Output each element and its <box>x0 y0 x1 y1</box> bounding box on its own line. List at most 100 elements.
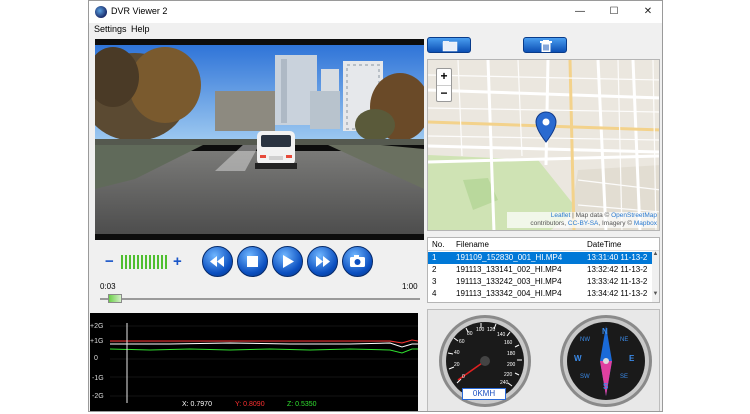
speed-tick-60: 60 <box>459 339 465 345</box>
compass-label-e: E <box>629 354 635 363</box>
volume-down-button[interactable]: − <box>105 253 114 270</box>
playback-controls: − + 0:03 1:00 <box>95 243 424 309</box>
delete-button[interactable] <box>523 37 567 53</box>
axis-label-zero: 0 <box>94 355 98 362</box>
speed-tick-220: 220 <box>504 372 513 378</box>
volume-up-button[interactable]: + <box>173 253 182 270</box>
menu-bar: Settings Help <box>89 23 662 37</box>
row-datetime: 13:34:42 11-13-2 <box>587 289 648 298</box>
speed-tick-80: 80 <box>467 331 473 337</box>
file-list-header: No. Filename DateTime <box>428 238 659 251</box>
menu-help[interactable]: Help <box>131 24 150 34</box>
compass-label-ne: NE <box>620 337 629 343</box>
row-datetime: 13:33:42 11-13-2 <box>587 277 648 286</box>
row-no: 4 <box>432 289 437 298</box>
video-player[interactable] <box>95 39 424 240</box>
video-frame-image <box>95 39 424 240</box>
col-header-filename[interactable]: Filename <box>456 240 489 249</box>
gauges-panel: 0 20 40 60 80 100 120 140 160 180 200 22… <box>427 309 660 411</box>
axis-label-minus2g: -2G <box>92 393 104 400</box>
ccbysa-link[interactable]: CC-BY-SA <box>568 220 598 227</box>
window-title: DVR Viewer 2 <box>111 6 168 16</box>
zoom-out-button[interactable]: − <box>437 85 451 101</box>
gsensor-x-readout: X: 0.7970 <box>182 401 212 408</box>
speed-readout: 0KMH <box>462 388 506 400</box>
gps-map[interactable]: + − Leaflet | Map data © OpenStreetMap co… <box>427 59 660 231</box>
close-button[interactable]: ✕ <box>635 4 661 20</box>
speed-tick-40: 40 <box>454 350 460 356</box>
osm-link[interactable]: OpenStreetMap <box>611 212 657 219</box>
play-button[interactable] <box>272 246 303 277</box>
snapshot-button[interactable] <box>342 246 373 277</box>
minimize-button[interactable]: — <box>567 4 593 20</box>
gsensor-z-readout: Z: 0.5350 <box>287 401 317 408</box>
folder-icon <box>442 41 458 52</box>
file-list: No. Filename DateTime 1 191109_152830_00… <box>427 237 660 303</box>
speed-tick-0: 0 <box>462 374 465 380</box>
speed-tick-120: 120 <box>487 327 496 333</box>
title-bar: DVR Viewer 2 — ☐ ✕ <box>89 1 662 23</box>
row-no: 3 <box>432 277 437 286</box>
axis-label-minus1g: -1G <box>92 375 104 382</box>
compass-label-nw: NW <box>580 337 590 343</box>
row-datetime: 13:32:42 11-13-2 <box>587 265 648 274</box>
axis-label-plus1g: +1G <box>90 338 104 345</box>
scroll-down-icon[interactable]: ▼ <box>652 291 659 297</box>
file-row[interactable]: 4 191113_133342_004_HI.MP4 13:34:42 11-1… <box>428 288 654 300</box>
scroll-up-icon[interactable]: ▲ <box>652 251 659 257</box>
camera-icon <box>350 255 365 267</box>
open-folder-button[interactable] <box>427 37 471 53</box>
compass-label-sw: SW <box>580 374 590 380</box>
row-datetime: 13:31:40 11-13-2 <box>587 253 648 262</box>
speed-tick-100: 100 <box>476 327 485 333</box>
speed-tick-200: 200 <box>507 362 516 368</box>
duration: 1:00 <box>402 282 418 291</box>
rewind-icon <box>210 256 224 267</box>
file-row[interactable]: 3 191113_133242_003_HI.MP4 13:33:42 11-1… <box>428 276 654 288</box>
compass-label-s: S <box>603 382 609 391</box>
rewind-button[interactable] <box>202 246 233 277</box>
map-zoom-control: + − <box>436 68 452 102</box>
attribution-text-2: contributors, <box>530 220 568 227</box>
col-header-no[interactable]: No. <box>432 240 444 249</box>
attribution-text-1: | Map data © <box>570 212 612 219</box>
file-row[interactable]: 1 191109_152830_001_HI.MP4 13:31:40 11-1… <box>428 252 654 264</box>
col-header-datetime[interactable]: DateTime <box>587 240 621 249</box>
zoom-in-button[interactable]: + <box>437 69 451 85</box>
stop-icon <box>247 256 258 267</box>
row-no: 2 <box>432 265 437 274</box>
gsensor-plot <box>109 323 418 403</box>
compass-label-se: SE <box>620 374 629 380</box>
gsensor-graph: +2G +1G 0 -1G -2G X: 0.7970 Y: 0.8090 Z:… <box>90 313 418 411</box>
file-row[interactable]: 2 191113_133141_002_HI.MP4 13:32:42 11-1… <box>428 264 654 276</box>
attribution-text-3: , Imagery © <box>598 220 634 227</box>
compass-label-w: W <box>574 354 582 363</box>
seek-bar[interactable] <box>100 298 420 300</box>
fast-forward-icon <box>316 256 330 267</box>
current-time: 0:03 <box>100 282 116 291</box>
maximize-button[interactable]: ☐ <box>601 4 627 20</box>
compass-label-n: N <box>602 327 608 336</box>
speed-tick-240: 240 <box>500 380 509 386</box>
speed-tick-20: 20 <box>454 362 460 368</box>
menu-settings[interactable]: Settings <box>94 24 127 34</box>
speed-tick-180: 180 <box>507 351 516 357</box>
speed-tick-160: 160 <box>504 340 513 346</box>
trash-icon <box>540 40 552 52</box>
row-filename: 191113_133141_002_HI.MP4 <box>456 265 562 274</box>
speed-tick-140: 140 <box>497 332 506 338</box>
leaflet-link[interactable]: Leaflet <box>551 212 571 219</box>
row-filename: 191109_152830_001_HI.MP4 <box>456 253 563 262</box>
seek-thumb[interactable] <box>108 294 122 303</box>
play-icon <box>283 255 294 268</box>
map-attribution: Leaflet | Map data © OpenStreetMap contri… <box>507 212 657 228</box>
mapbox-link[interactable]: Mapbox <box>634 220 657 227</box>
row-no: 1 <box>432 253 437 262</box>
volume-bar[interactable] <box>121 255 168 269</box>
app-window: DVR Viewer 2 — ☐ ✕ Settings Help + − Lea… <box>88 0 663 412</box>
stop-button[interactable] <box>237 246 268 277</box>
map-tiles <box>428 60 659 230</box>
file-list-scrollbar[interactable]: ▲ ▼ <box>652 251 659 302</box>
row-filename: 191113_133342_004_HI.MP4 <box>456 289 562 298</box>
fast-forward-button[interactable] <box>307 246 338 277</box>
